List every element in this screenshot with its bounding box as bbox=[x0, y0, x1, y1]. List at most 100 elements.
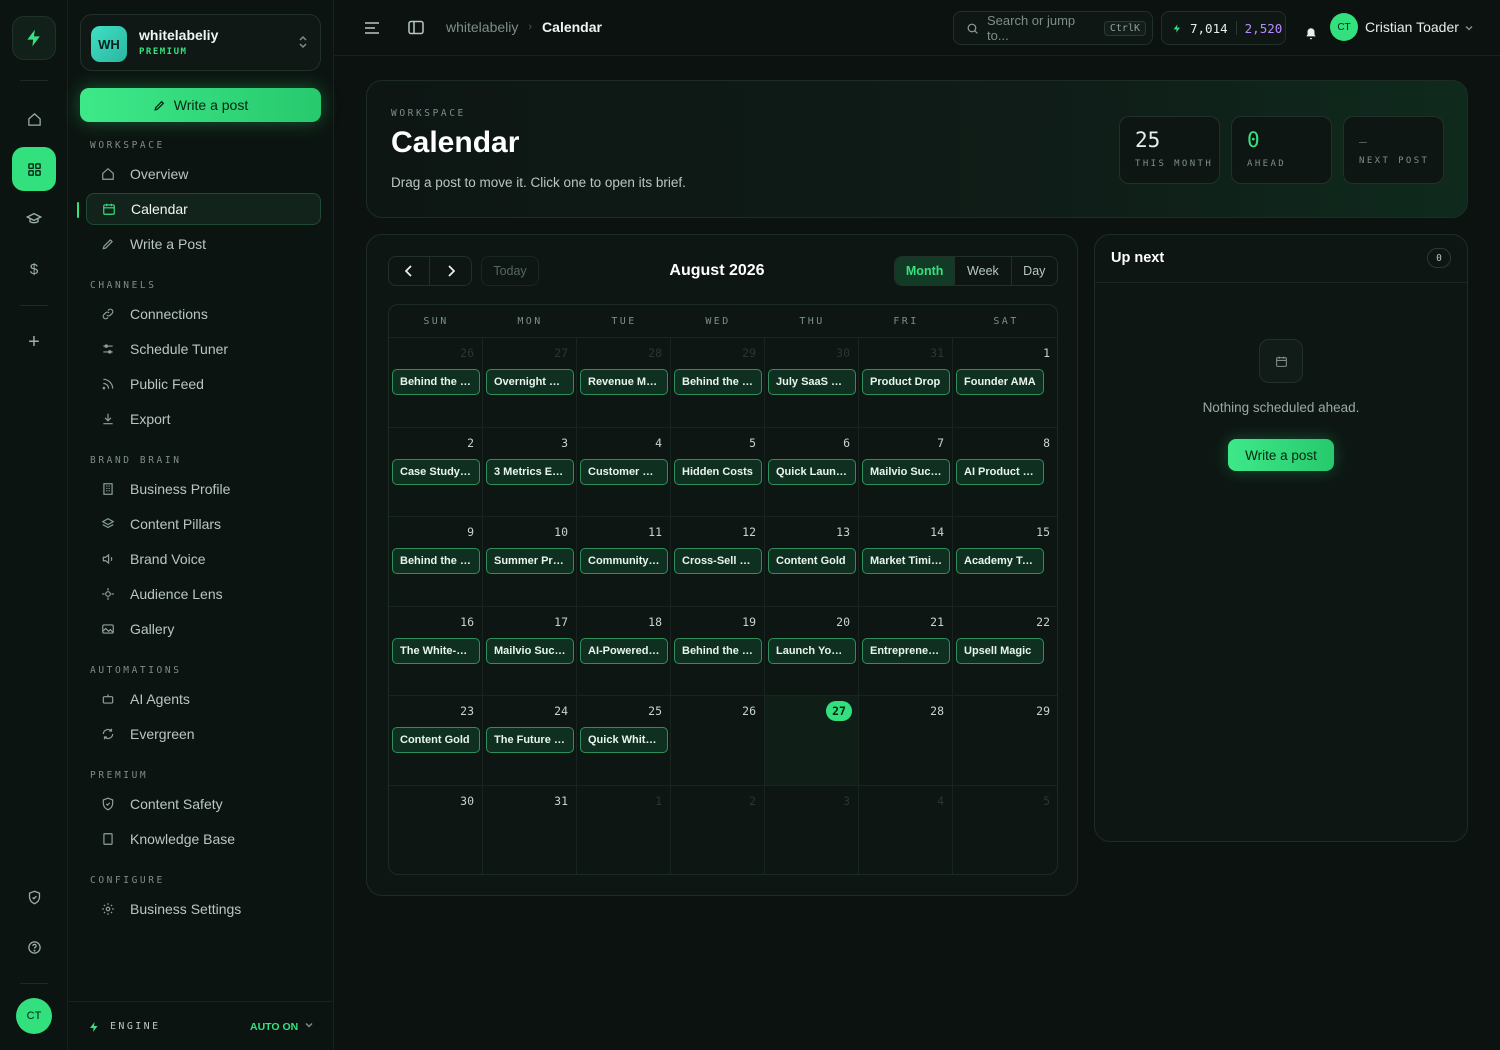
day-cell[interactable]: 24 The Future of SaaS bbox=[483, 695, 577, 785]
day-cell[interactable]: 17 Mailvio Success bbox=[483, 605, 577, 695]
day-cell[interactable]: 14 Market Timing bbox=[859, 516, 953, 606]
day-cell[interactable]: 31 bbox=[483, 784, 577, 874]
calendar-event[interactable]: Hidden Costs bbox=[674, 458, 762, 485]
calendar-event[interactable]: Upsell Magic bbox=[956, 637, 1044, 664]
home-icon[interactable] bbox=[12, 97, 56, 141]
calendar-event[interactable]: Case Study: Growth bbox=[392, 458, 480, 485]
calendar-event[interactable]: Revenue Multiplier bbox=[580, 369, 668, 395]
day-cell[interactable]: 21 Entrepreneur Tips bbox=[859, 605, 953, 695]
day-cell[interactable]: 9 Behind the Build bbox=[389, 516, 483, 606]
day-cell[interactable]: 16 The White-Label Way bbox=[389, 605, 483, 695]
write-post-button[interactable]: Write a post bbox=[1228, 439, 1334, 471]
day-cell[interactable]: 3 3 Metrics Every Founder bbox=[483, 426, 577, 516]
day-cell[interactable]: 30 July SaaS Trends bbox=[765, 337, 859, 427]
day-cell[interactable]: 5 Hidden Costs bbox=[671, 426, 765, 516]
sidebar-toggle-icon[interactable] bbox=[408, 20, 424, 35]
calendar-event[interactable]: July SaaS Trends bbox=[768, 369, 856, 395]
day-cell[interactable]: 10 Summer Promo bbox=[483, 516, 577, 606]
grid-icon[interactable] bbox=[12, 147, 56, 191]
bell-icon[interactable] bbox=[1304, 26, 1318, 41]
calendar-event[interactable]: Quick Launch Tips bbox=[768, 458, 856, 485]
calendar-event[interactable]: Summer Promo bbox=[486, 548, 574, 574]
day-cell[interactable]: 31 Product Drop bbox=[859, 337, 953, 427]
day-cell[interactable]: 1 Founder AMA bbox=[953, 337, 1057, 427]
nav-evergreen[interactable]: Evergreen bbox=[86, 718, 321, 750]
calendar-event[interactable]: Founder AMA bbox=[956, 369, 1044, 395]
chevron-down-icon[interactable] bbox=[1464, 23, 1474, 33]
day-cell[interactable]: 4 bbox=[859, 784, 953, 874]
day-cell[interactable]: 27 bbox=[765, 695, 859, 785]
shield-check-icon[interactable] bbox=[12, 875, 56, 919]
nav-business-settings[interactable]: Business Settings bbox=[86, 893, 321, 925]
day-cell[interactable]: 25 Quick White-Label bbox=[577, 695, 671, 785]
day-cell[interactable]: 8 AI Product Launch bbox=[953, 426, 1057, 517]
calendar-event[interactable]: Content Gold bbox=[768, 548, 856, 574]
calendar-event[interactable]: Mailvio Success bbox=[486, 637, 574, 664]
calendar-event[interactable]: Customer Stories bbox=[580, 458, 668, 485]
day-cell[interactable]: 2 bbox=[671, 784, 765, 874]
day-cell[interactable]: 29 Behind the Build bbox=[671, 337, 765, 427]
help-icon[interactable] bbox=[12, 925, 56, 969]
calendar-event[interactable]: Academy Teaser bbox=[956, 548, 1044, 574]
day-cell[interactable]: 11 Community Spotlight bbox=[577, 516, 671, 606]
day-cell[interactable]: 7 Mailvio Success bbox=[859, 426, 953, 516]
user-avatar[interactable]: CT bbox=[1330, 13, 1358, 41]
day-cell[interactable]: 26 Behind the Scenes bbox=[389, 337, 483, 427]
nav-write-post[interactable]: Write a Post bbox=[86, 228, 321, 260]
bolt-logo-icon[interactable] bbox=[12, 16, 56, 60]
day-cell[interactable]: 3 bbox=[765, 784, 859, 874]
calendar-event[interactable]: Behind the Scenes bbox=[392, 369, 480, 395]
calendar-event[interactable]: Behind the Build bbox=[674, 637, 762, 664]
calendar-event[interactable]: Cross-Sell Results bbox=[674, 548, 762, 574]
calendar-event[interactable]: Behind the Build bbox=[674, 369, 762, 395]
user-avatar[interactable]: CT bbox=[16, 998, 52, 1034]
day-cell[interactable]: 28 bbox=[859, 695, 953, 785]
prev-month-button[interactable] bbox=[389, 257, 431, 285]
breadcrumb-root[interactable]: whitelabeliy bbox=[446, 19, 518, 35]
calendar-event[interactable]: The Future of SaaS bbox=[486, 727, 574, 753]
calendar-event[interactable]: Launch Your Brand bbox=[768, 637, 856, 664]
view-day-tab[interactable]: Day bbox=[1012, 257, 1057, 285]
calendar-event[interactable]: AI-Powered Growth bbox=[580, 637, 668, 664]
day-cell[interactable]: 1 bbox=[577, 784, 671, 874]
calendar-event[interactable]: AI Product Launch bbox=[956, 458, 1044, 485]
calendar-event[interactable]: Content Gold bbox=[392, 727, 480, 753]
nav-schedule-tuner[interactable]: Schedule Tuner bbox=[86, 333, 321, 365]
day-cell[interactable]: 15 Academy Teaser bbox=[953, 516, 1057, 606]
write-post-button[interactable]: Write a post bbox=[80, 88, 321, 122]
calendar-event[interactable]: Mailvio Success bbox=[862, 458, 950, 485]
day-cell[interactable]: 18 AI-Powered Growth bbox=[577, 605, 671, 695]
graduation-cap-icon[interactable] bbox=[12, 197, 56, 241]
nav-ai-agents[interactable]: AI Agents bbox=[86, 683, 321, 715]
day-cell[interactable]: 30 bbox=[389, 784, 483, 874]
engine-toggle[interactable]: ENGINE AUTO ON bbox=[68, 1001, 334, 1050]
nav-calendar[interactable]: Calendar bbox=[86, 193, 321, 225]
day-cell[interactable]: 5 bbox=[953, 784, 1057, 875]
day-cell[interactable]: 29 bbox=[953, 695, 1057, 785]
calendar-event[interactable]: Product Drop bbox=[862, 369, 950, 395]
day-cell[interactable]: 22 Upsell Magic bbox=[953, 605, 1057, 696]
day-cell[interactable]: 12 Cross-Sell Results bbox=[671, 516, 765, 606]
nav-connections[interactable]: Connections bbox=[86, 298, 321, 330]
nav-audience-lens[interactable]: Audience Lens bbox=[86, 578, 321, 610]
view-month-tab[interactable]: Month bbox=[895, 257, 956, 285]
day-cell[interactable]: 20 Launch Your Brand bbox=[765, 605, 859, 695]
calendar-event[interactable]: Entrepreneur Tips bbox=[862, 637, 950, 664]
day-cell[interactable]: 19 Behind the Build bbox=[671, 605, 765, 695]
today-button[interactable]: Today bbox=[481, 256, 539, 286]
day-cell[interactable]: 13 Content Gold bbox=[765, 516, 859, 606]
user-name[interactable]: Cristian Toader bbox=[1365, 19, 1459, 35]
day-cell[interactable]: 28 Revenue Multiplier bbox=[577, 337, 671, 427]
nav-gallery[interactable]: Gallery bbox=[86, 613, 321, 645]
day-cell[interactable]: 2 Case Study: Growth bbox=[389, 426, 483, 516]
day-cell[interactable]: 6 Quick Launch Tips bbox=[765, 426, 859, 516]
workspace-switcher[interactable]: WH whitelabeliy PREMIUM bbox=[80, 14, 321, 71]
day-cell[interactable]: 4 Customer Stories bbox=[577, 426, 671, 516]
nav-public-feed[interactable]: Public Feed bbox=[86, 368, 321, 400]
nav-brand-voice[interactable]: Brand Voice bbox=[86, 543, 321, 575]
view-week-tab[interactable]: Week bbox=[955, 257, 1012, 285]
day-cell[interactable]: 23 Content Gold bbox=[389, 695, 483, 785]
nav-content-pillars[interactable]: Content Pillars bbox=[86, 508, 321, 540]
calendar-event[interactable]: Quick White-Label bbox=[580, 727, 668, 753]
calendar-event[interactable]: The White-Label Way bbox=[392, 637, 480, 664]
